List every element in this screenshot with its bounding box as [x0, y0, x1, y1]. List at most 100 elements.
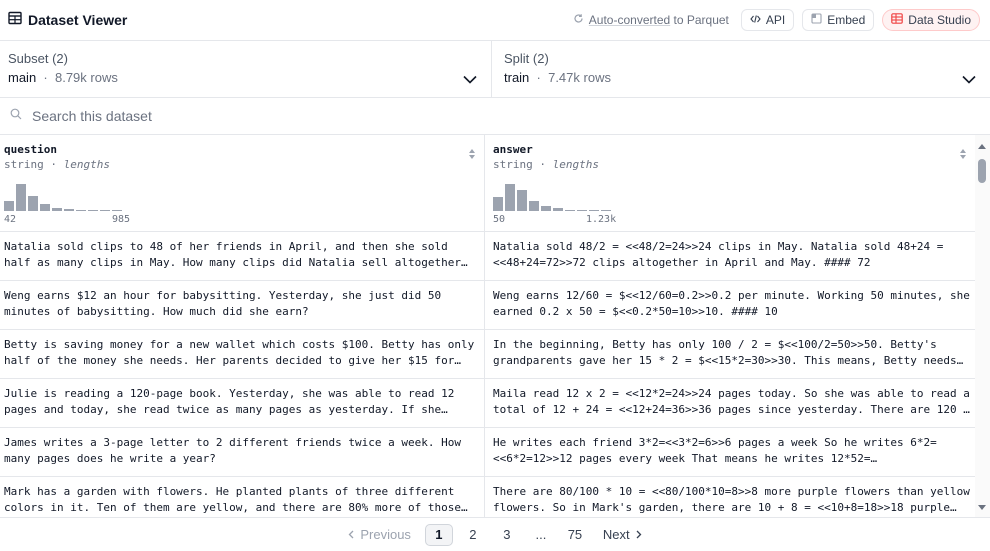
column-name: question [4, 143, 57, 156]
studio-label: Data Studio [908, 13, 971, 27]
previous-page-button[interactable]: Previous [344, 524, 415, 546]
split-value-group: train · 7.47k rows [504, 70, 611, 85]
subset-value: main [8, 70, 37, 85]
histogram-bar [493, 197, 503, 211]
page-button-2[interactable]: 2 [459, 524, 487, 546]
table-row[interactable]: James writes a 3-page letter to 2 differ… [0, 428, 975, 477]
question-cell[interactable]: Natalia sold clips to 48 of her friends … [0, 232, 485, 280]
page-title: Dataset Viewer [28, 12, 128, 28]
auto-converted-text[interactable]: Auto-converted [589, 13, 670, 27]
histogram-max: 1.23k [586, 214, 617, 225]
histogram-max: 985 [112, 214, 131, 225]
page-button-3[interactable]: 3 [493, 524, 521, 546]
histogram-bar [100, 210, 110, 211]
table-row[interactable]: Mark has a garden with flowers. He plant… [0, 477, 975, 517]
split-label: Split (2) [504, 51, 549, 66]
column-header-question[interactable]: question string · lengths 42 985 [0, 135, 485, 232]
embed-icon [811, 13, 822, 27]
answer-cell[interactable]: Maila read 12 x 2 = <<12*2=24>>24 pages … [485, 379, 975, 427]
search-bar [0, 98, 990, 135]
vertical-scrollbar[interactable] [975, 135, 990, 517]
length-histogram [4, 183, 124, 211]
data-studio-button[interactable]: Data Studio [882, 9, 980, 31]
histogram-bar [52, 208, 62, 211]
subset-value-group: main · 8.79k rows [8, 70, 118, 85]
histogram-bar [517, 190, 527, 211]
histogram-bar [577, 210, 587, 211]
subset-selector[interactable]: Subset (2) main · 8.79k rows [0, 41, 492, 97]
histogram-bar [601, 210, 611, 211]
chevron-down-icon [463, 71, 477, 89]
pagination: Previous 1 2 3 ... 75 Next [0, 517, 990, 551]
embed-button[interactable]: Embed [802, 9, 875, 31]
column-type: string · lengths [4, 158, 110, 171]
refresh-icon [573, 13, 584, 27]
table-row[interactable]: Weng earns $12 an hour for babysitting. … [0, 281, 975, 330]
header-actions: Auto-converted to Parquet API Embed Data… [573, 9, 980, 31]
auto-converted-link[interactable]: Auto-converted to Parquet [573, 13, 729, 27]
split-count: 7.47k rows [548, 70, 611, 85]
chevron-right-icon [636, 527, 642, 542]
histogram-bar [505, 184, 515, 211]
search-icon [10, 107, 22, 125]
chevron-down-icon [962, 71, 976, 89]
chevron-left-icon [348, 527, 354, 542]
split-value: train [504, 70, 530, 85]
embed-label: Embed [827, 13, 866, 27]
answer-cell[interactable]: In the beginning, Betty has only 100 / 2… [485, 330, 975, 378]
histogram-bar [76, 210, 86, 211]
histogram-bar [40, 204, 50, 211]
histogram-bar [4, 201, 14, 211]
page-button-1[interactable]: 1 [424, 523, 453, 546]
column-name: answer [493, 143, 533, 156]
table-icon [8, 11, 22, 30]
question-cell[interactable]: Mark has a garden with flowers. He plant… [0, 477, 485, 517]
histogram-min: 42 [4, 214, 17, 225]
split-selector[interactable]: Split (2) train · 7.47k rows [492, 41, 990, 97]
next-page-button[interactable]: Next [599, 524, 646, 546]
histogram-bar [28, 196, 38, 211]
histogram-bar [529, 201, 539, 211]
answer-cell[interactable]: Weng earns 12/60 = $<<12/60=0.2>>0.2 per… [485, 281, 975, 329]
table-row[interactable]: Natalia sold clips to 48 of her friends … [0, 232, 975, 281]
scroll-down-arrow-icon[interactable] [978, 505, 986, 510]
histogram-bar [541, 206, 551, 211]
answer-cell[interactable]: Natalia sold 48/2 = <<48/2=24>>24 clips … [485, 232, 975, 280]
scroll-up-arrow-icon[interactable] [978, 144, 986, 149]
column-header-answer[interactable]: answer string · lengths 50 1.23k [485, 135, 975, 232]
data-table: question string · lengths 42 985 answer … [0, 135, 975, 517]
to-parquet-text: to Parquet [670, 13, 729, 27]
sort-icon[interactable] [468, 145, 476, 164]
previous-label: Previous [360, 527, 411, 542]
answer-cell[interactable]: There are 80/100 * 10 = <<80/100*10=8>>8… [485, 477, 975, 517]
histogram-bar [64, 209, 74, 211]
search-input[interactable] [32, 108, 632, 124]
selector-bar: Subset (2) main · 8.79k rows Split (2) t… [0, 41, 990, 98]
histogram-bar [88, 210, 98, 211]
length-histogram [493, 183, 613, 211]
column-type: string · lengths [493, 158, 599, 171]
question-cell[interactable]: Weng earns $12 an hour for babysitting. … [0, 281, 485, 329]
table-row[interactable]: Betty is saving money for a new wallet w… [0, 330, 975, 379]
page-ellipsis: ... [535, 527, 547, 542]
histogram-bar [553, 208, 563, 211]
sort-icon[interactable] [959, 145, 967, 164]
histogram-bar [16, 184, 26, 211]
answer-cell[interactable]: He writes each friend 3*2=<<3*2=6>>6 pag… [485, 428, 975, 476]
scrollbar-thumb[interactable] [978, 159, 986, 183]
subset-count: 8.79k rows [54, 70, 118, 85]
subset-label: Subset (2) [8, 51, 68, 66]
question-cell[interactable]: Betty is saving money for a new wallet w… [0, 330, 485, 378]
table-row[interactable]: Julie is reading a 120-page book. Yester… [0, 379, 975, 428]
next-label: Next [602, 527, 630, 542]
question-cell[interactable]: Julie is reading a 120-page book. Yester… [0, 379, 485, 427]
studio-grid-icon [891, 13, 904, 27]
histogram-bar [565, 210, 575, 211]
api-button[interactable]: API [740, 9, 795, 31]
histogram-bar [589, 210, 599, 211]
histogram-min: 50 [493, 214, 506, 225]
question-cell[interactable]: James writes a 3-page letter to 2 differ… [0, 428, 485, 476]
code-icon [750, 13, 761, 27]
page-button-75[interactable]: 75 [561, 524, 589, 546]
viewer-header: Dataset Viewer Auto-converted to Parquet… [0, 0, 990, 41]
